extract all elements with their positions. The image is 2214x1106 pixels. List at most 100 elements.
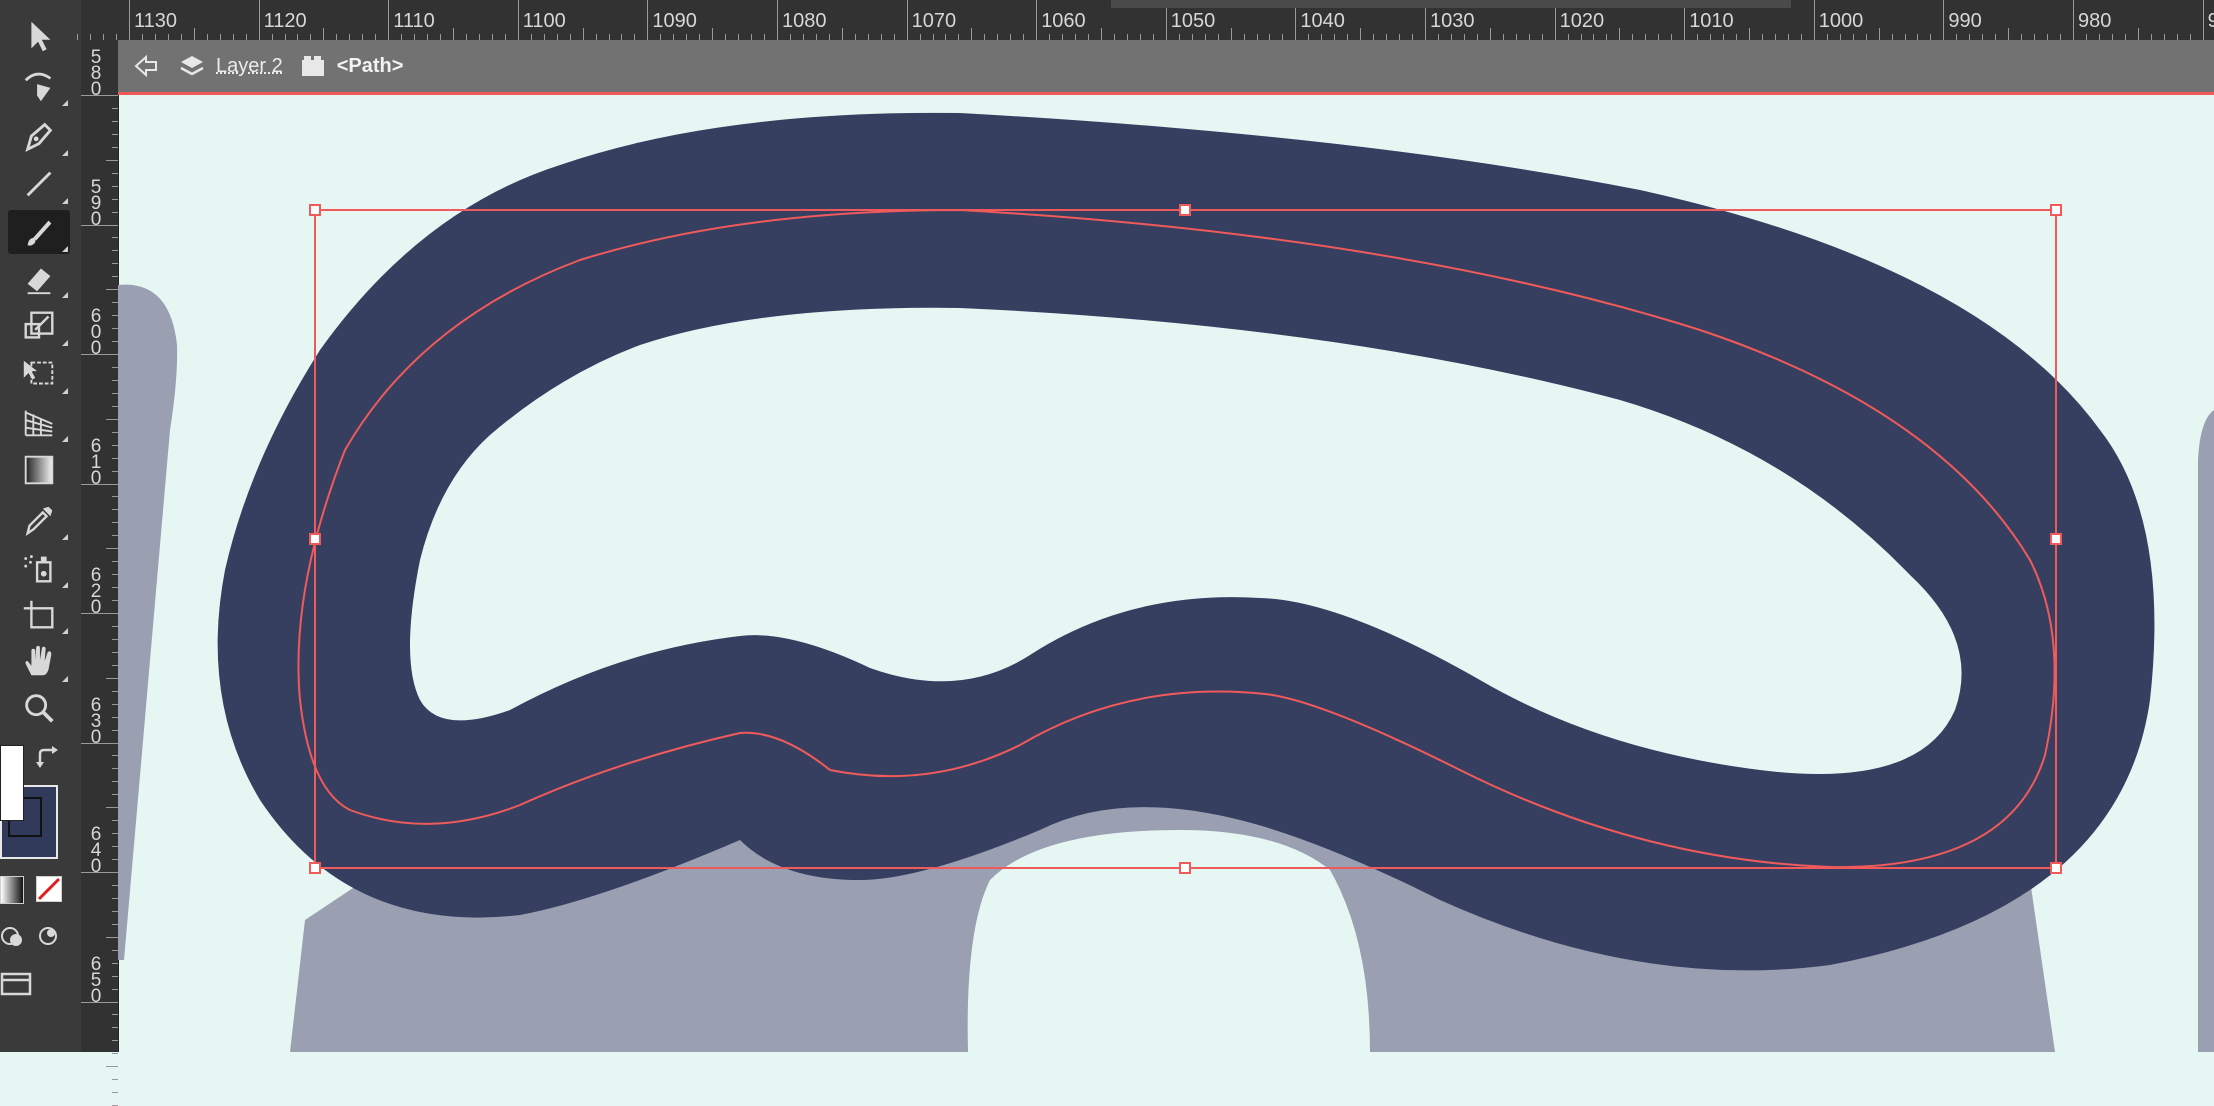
isolation-mode-bar: Layer 2 <Path> [118,40,2214,95]
scale-icon [24,311,54,339]
ruler-label: 6 1 0 [90,435,102,489]
artwork-svg [118,112,2214,1052]
ruler-tick [323,28,325,40]
ruler-tick [453,28,454,40]
ruler-label: 1120 [263,10,307,32]
handle-bottom-right[interactable] [2050,862,2062,874]
ruler-tick [1813,0,1815,40]
handle-top-right[interactable] [2050,204,2062,216]
ruler-label: 1100 [522,10,566,32]
vertical-ruler: 5 8 0 5 9 0 6 0 0 6 1 0 6 2 0 6 3 0 6 4 0 6 5 0 [81,40,119,1106]
ruler-tick [582,28,584,40]
ruler-tick [971,28,973,40]
symbol-sprayer-tool-button[interactable] [8,546,70,590]
swap-colors-icon[interactable] [34,744,64,772]
ruler-tick [106,418,118,420]
ruler-tick [112,1079,118,1081]
ruler-label: 6 3 0 [90,694,102,748]
tools-panel [0,0,82,1052]
group-icon [301,56,324,76]
line-icon [26,171,52,197]
gradient-mode-button[interactable] [0,876,24,904]
back-button[interactable] [132,52,160,80]
ruler-label: 1060 [1041,10,1086,32]
gradient-icon [24,455,54,485]
ruler-label: 1080 [782,10,827,32]
horizontal-scroll-thumb[interactable] [1111,0,1791,8]
hand-icon [25,645,52,676]
path-breadcrumb: <Path> [299,52,403,80]
layer-breadcrumb[interactable]: Layer 2 [178,52,283,80]
ruler-label: 5 9 0 [90,176,102,230]
ruler-tick [106,936,118,938]
screen-mode-icon[interactable] [0,970,32,998]
layer-name[interactable]: Layer 2 [216,55,283,78]
ruler-tick [906,0,908,40]
ruler-label: 1020 [1559,10,1605,32]
paintbrush-tool-button[interactable] [8,210,70,254]
artwork-canvas[interactable] [118,95,2214,1052]
zoom-tool-button[interactable] [8,686,70,730]
perspective-grid-icon [24,410,53,437]
ruler-tick [1101,28,1102,40]
free-transform-icon [23,360,54,385]
none-mode-button[interactable] [36,876,62,902]
eyedropper-tool-button[interactable] [8,498,70,542]
pen-tool-button[interactable] [8,114,70,158]
none-color-icon [37,877,61,901]
ruler-tick [106,1066,118,1068]
back-shape-right [2198,410,2214,1052]
free-transform-tool-button[interactable] [8,352,70,396]
ruler-label: 9 [2207,10,2214,32]
ruler-tick [258,0,260,40]
layers-icon [180,56,204,76]
eraser-tool-button[interactable] [8,256,70,300]
ruler-tick [1230,28,1232,40]
curvature-tool-button[interactable] [8,64,70,108]
artboard-tool-button[interactable] [8,592,70,636]
handle-middle-right[interactable] [2050,533,2062,545]
arrow-icon [31,21,51,52]
main-shape [217,112,2155,971]
selection-tool-button[interactable] [8,14,70,58]
ruler-tick [106,548,118,550]
ruler-label: 1030 [1430,10,1475,32]
ruler-label: 6 5 0 [90,953,102,1007]
eyedropper-icon [25,506,53,536]
handle-top-left[interactable] [309,204,321,216]
ruler-tick [77,34,79,40]
ruler-tick [1360,28,1362,40]
ruler-tick [112,1053,118,1055]
gradient-tool-button[interactable] [8,448,70,492]
ruler-label: 990 [1948,10,1982,32]
draw-mode-icon[interactable] [0,924,24,948]
handle-top-middle[interactable] [1179,204,1191,216]
hand-tool-button[interactable] [8,640,70,684]
ruler-label: 1090 [652,10,697,32]
ruler-tick [1036,0,1038,40]
ruler-tick [388,0,390,40]
ruler-tick [517,0,519,40]
fill-color-swatch[interactable] [0,745,24,821]
ruler-label: 1130 [134,10,178,32]
draw-behind-icon[interactable] [36,924,60,948]
ruler-label: 1110 [393,10,435,32]
ruler-label: 1000 [1818,10,1864,32]
symbol-sprayer-icon [24,555,52,583]
ruler-label: 6 4 0 [90,824,102,877]
ruler-label: 1050 [1170,10,1216,32]
handle-bottom-left[interactable] [309,862,321,874]
ruler-tick [1749,28,1750,40]
handle-bottom-middle[interactable] [1179,862,1191,874]
perspective-grid-tool-button[interactable] [8,400,70,444]
scale-tool-button[interactable] [8,304,70,348]
line-tool-button[interactable] [8,162,70,206]
ruler-tick [1878,28,1880,40]
ruler-label: 1070 [911,10,957,32]
ruler-tick [1489,28,1491,40]
back-arrow-icon [134,54,157,78]
ruler-label: 1040 [1300,10,1345,32]
ruler-tick [1619,28,1621,40]
handle-middle-left[interactable] [309,533,321,545]
back-shape-left [118,284,178,961]
